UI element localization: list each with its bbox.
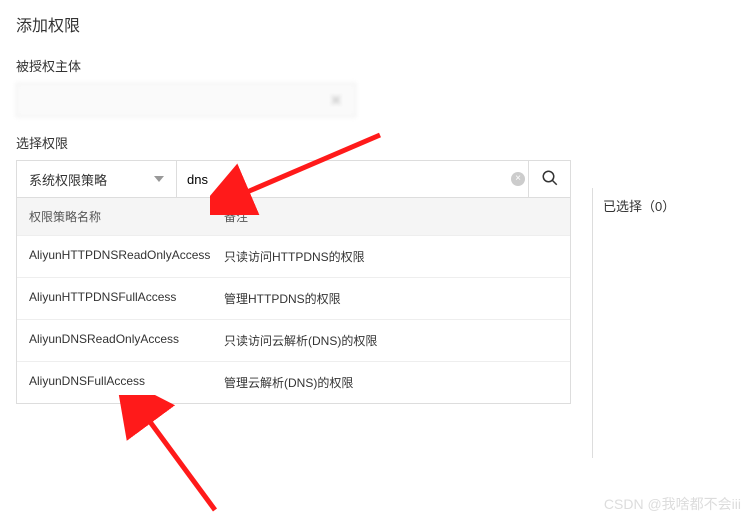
- cell-remark: 管理HTTPDNS的权限: [212, 278, 570, 319]
- selected-label: 已选择（0）: [603, 188, 742, 223]
- close-icon[interactable]: [329, 93, 343, 107]
- search-input[interactable]: [177, 161, 508, 197]
- permissions-label: 选择权限: [16, 133, 735, 152]
- page-title: 添加权限: [0, 0, 751, 48]
- cell-remark: 只读访问云解析(DNS)的权限: [212, 320, 570, 361]
- col-name-header: 权限策略名称: [17, 198, 212, 235]
- cell-name: AliyunDNSFullAccess: [17, 362, 212, 403]
- subject-section: 被授权主体: [0, 48, 751, 125]
- selected-panel: 已选择（0）: [592, 188, 742, 458]
- clear-button[interactable]: ×: [508, 161, 528, 197]
- permissions-table: 权限策略名称 备注 AliyunHTTPDNSReadOnlyAccess 只读…: [16, 198, 571, 404]
- cell-remark: 管理云解析(DNS)的权限: [212, 362, 570, 403]
- clear-icon: ×: [511, 172, 525, 186]
- cell-name: AliyunHTTPDNSFullAccess: [17, 278, 212, 319]
- table-header: 权限策略名称 备注: [17, 198, 570, 236]
- table-row[interactable]: AliyunHTTPDNSReadOnlyAccess 只读访问HTTPDNS的…: [17, 236, 570, 278]
- search-row: 系统权限策略 ×: [16, 160, 571, 198]
- policy-type-dropdown[interactable]: 系统权限策略: [17, 161, 177, 197]
- col-remark-header: 备注: [212, 198, 570, 235]
- cell-remark: 只读访问HTTPDNS的权限: [212, 236, 570, 277]
- table-row[interactable]: AliyunDNSReadOnlyAccess 只读访问云解析(DNS)的权限: [17, 320, 570, 362]
- table-row[interactable]: AliyunDNSFullAccess 管理云解析(DNS)的权限: [17, 362, 570, 403]
- watermark: CSDN @我啥都不会iii: [604, 494, 741, 514]
- chevron-down-icon: [154, 176, 164, 182]
- cell-name: AliyunDNSReadOnlyAccess: [17, 320, 212, 361]
- search-button[interactable]: [528, 161, 570, 197]
- search-icon: [541, 169, 559, 190]
- annotation-arrow-icon: [115, 395, 225, 515]
- table-row[interactable]: AliyunHTTPDNSFullAccess 管理HTTPDNS的权限: [17, 278, 570, 320]
- subject-tag[interactable]: [16, 83, 356, 117]
- subject-label: 被授权主体: [16, 56, 735, 75]
- dropdown-selected: 系统权限策略: [29, 170, 107, 189]
- cell-name: AliyunHTTPDNSReadOnlyAccess: [17, 236, 212, 277]
